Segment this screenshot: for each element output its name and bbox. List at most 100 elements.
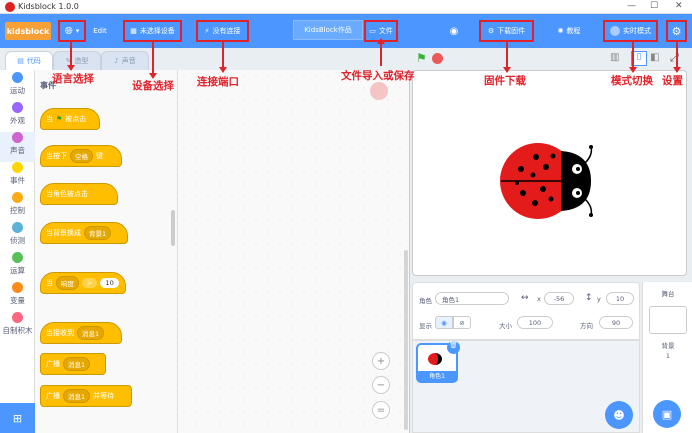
x-input[interactable]: -56	[544, 292, 574, 305]
block-text: 当接收到	[46, 329, 74, 337]
threshold-input[interactable]: 10	[100, 278, 119, 288]
block-when-flag-clicked[interactable]: 当 ⚑ 被点击	[40, 108, 100, 130]
annotation-arrow	[377, 38, 385, 66]
direction-label: 方向	[580, 322, 593, 330]
gear-icon: ⚙	[671, 24, 682, 38]
show-visible-button[interactable]: ◉	[435, 316, 453, 329]
category-item[interactable]: 运算	[0, 252, 35, 282]
category-item[interactable]: 侦测	[0, 222, 35, 252]
key-dropdown[interactable]: 空格	[70, 149, 93, 163]
block-text: 当背景换成	[46, 229, 81, 237]
settings-button[interactable]: ⚙	[666, 20, 687, 42]
firmware-button[interactable]: ⚙︎ 下载固件	[479, 20, 534, 42]
language-button[interactable]: 🌐︎ ▾	[58, 20, 86, 42]
backdrop-dropdown[interactable]: 背景1	[84, 226, 112, 240]
add-extension-button[interactable]: ⊞	[0, 403, 35, 433]
direction-input[interactable]: 90	[599, 316, 633, 329]
mode-label: 实时模式	[623, 27, 651, 35]
category-item[interactable]: 事件	[0, 162, 35, 192]
connect-button[interactable]: ⚡︎ 没有连接	[196, 20, 249, 42]
close-button[interactable]: ✕	[675, 1, 683, 11]
annotation-settings: 设置	[662, 75, 683, 87]
block-text: 被点击	[65, 115, 87, 123]
category-dot-icon	[12, 192, 23, 203]
category-label: 声音	[10, 146, 25, 155]
annotation-arrow	[149, 41, 157, 79]
category-label: 变量	[10, 296, 25, 305]
annotation-arrow	[503, 41, 511, 73]
stop-icon[interactable]	[432, 53, 443, 64]
add-backdrop-button[interactable]: ▣	[653, 400, 681, 428]
category-dot-icon	[12, 282, 23, 293]
category-item[interactable]: 变量	[0, 282, 35, 312]
minimize-button[interactable]: —	[627, 1, 636, 11]
small-stage-icon[interactable]: ▥	[610, 52, 619, 63]
palette-scrollbar[interactable]	[171, 210, 175, 246]
zoom-reset-button[interactable]: =	[372, 401, 390, 419]
tab-costumes-label: 造型	[74, 57, 89, 65]
editor-tabs: ▤ 代码 ✎ 造型 ♪ 声音	[0, 48, 412, 70]
category-item[interactable]: 自制积木	[0, 312, 35, 352]
tab-costumes[interactable]: ✎ 造型	[53, 51, 101, 70]
menu-bar: kidsblock 🌐︎ ▾ Edit ▦ 未选择设备 ⚡︎ 没有连接 KidsBlo…	[0, 14, 692, 48]
edit-menu[interactable]: Edit	[89, 20, 111, 42]
device-select-button[interactable]: ▦ 未选择设备	[123, 20, 182, 42]
green-flag-icon[interactable]: ⚑	[416, 51, 427, 65]
block-when-key-pressed[interactable]: 当按下 空格 键	[40, 145, 122, 167]
chevron-down-icon: ▾	[75, 27, 80, 35]
size-input[interactable]: 100	[517, 316, 553, 329]
x-label: x	[537, 295, 541, 303]
message-dropdown[interactable]: 消息1	[63, 389, 91, 403]
category-dot-icon	[12, 102, 23, 113]
block-palette: 事件 当 ⚑ 被点击 当按下 空格 键 当角色被点击 当背景换成 背景1 当 响…	[35, 70, 178, 433]
window-title: Kidsblock 1.0.0	[18, 2, 79, 11]
tab-code[interactable]: ▤ 代码	[5, 51, 53, 70]
y-input[interactable]: 10	[606, 292, 634, 305]
block-when-backdrop-switches[interactable]: 当背景换成 背景1	[40, 222, 128, 244]
sprite-list: 角色1 🗑︎ ☻	[412, 340, 640, 433]
globe-icon: 🌐︎	[64, 25, 73, 37]
block-when-sprite-clicked[interactable]: 当角色被点击	[40, 183, 118, 205]
block-when-receive[interactable]: 当接收到 消息1	[40, 322, 122, 344]
message-dropdown[interactable]: 消息1	[77, 326, 105, 340]
annotation-connect: 连接端口	[197, 76, 239, 88]
camera-icon[interactable]: ◉	[445, 20, 463, 42]
delete-sprite-icon[interactable]: 🗑︎	[447, 341, 460, 354]
tab-sounds[interactable]: ♪ 声音	[101, 51, 149, 70]
category-item[interactable]: 外观	[0, 102, 35, 132]
category-label: 控制	[10, 206, 25, 215]
block-broadcast-and-wait[interactable]: 广播 消息1 并等待	[40, 385, 132, 407]
block-broadcast[interactable]: 广播 消息1	[40, 353, 106, 375]
tab-code-label: 代码	[26, 57, 41, 65]
tab-sounds-label: 声音	[121, 57, 136, 65]
block-text: 广播	[46, 360, 60, 368]
category-dot-icon	[12, 222, 23, 233]
tutorial-button[interactable]: ✺ 教程	[553, 20, 585, 42]
category-item[interactable]: 运动	[0, 72, 35, 102]
zoom-in-button[interactable]: +	[372, 352, 390, 370]
split-layout-icon[interactable]: ◧	[650, 52, 659, 63]
sensor-dropdown[interactable]: 响度	[56, 276, 79, 290]
block-text: 当角色被点击	[46, 190, 88, 198]
category-label: 外观	[10, 116, 25, 125]
chip-icon: ⚙︎	[487, 27, 495, 35]
zoom-out-button[interactable]: −	[372, 376, 390, 394]
sprite-info-panel: 角色 角色1 ↔ x -56 ↕ y 10 显示 ◉ ⊘ 大小 100 方向 9…	[412, 282, 640, 340]
block-when-loudness[interactable]: 当 响度 > 10	[40, 272, 126, 294]
project-name-input[interactable]: KidsBlock作品	[293, 20, 363, 40]
stage-canvas[interactable]	[412, 70, 687, 276]
add-sprite-button[interactable]: ☻	[605, 401, 633, 429]
stage-thumbnail[interactable]	[649, 306, 687, 334]
code-icon: ▤	[17, 57, 24, 65]
mode-toggle-button[interactable]: 实时模式	[603, 20, 658, 42]
sprite-name-input[interactable]: 角色1	[435, 292, 509, 305]
category-item[interactable]: 控制	[0, 192, 35, 222]
hide-button[interactable]: ⊘	[453, 316, 471, 329]
workspace-scrollbar[interactable]	[404, 250, 408, 430]
message-dropdown[interactable]: 消息1	[63, 357, 91, 371]
maximize-button[interactable]: ☐	[650, 1, 658, 11]
ladybug-sprite[interactable]	[413, 71, 688, 277]
backdrop-count: 1	[665, 352, 671, 360]
category-item[interactable]: 声音	[0, 132, 35, 162]
code-workspace[interactable]: + − =	[178, 70, 410, 433]
